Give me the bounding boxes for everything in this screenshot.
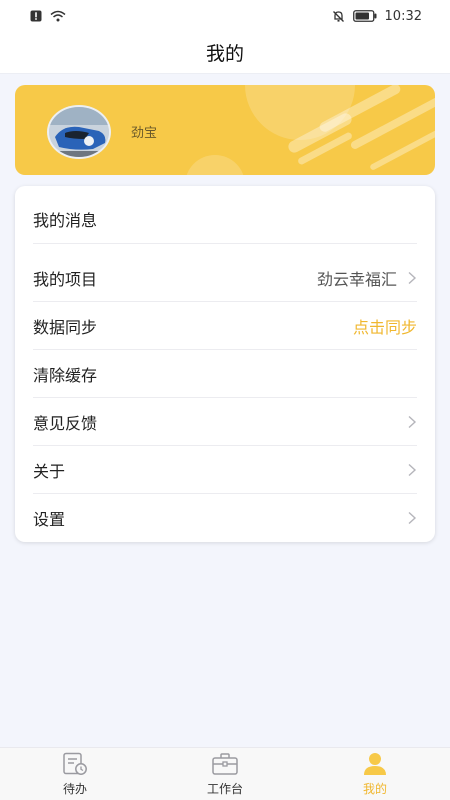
status-time: 10:32 xyxy=(384,8,422,24)
alert-icon xyxy=(30,10,42,22)
chevron-right-icon xyxy=(408,511,417,525)
briefcase-icon xyxy=(212,752,238,775)
status-left xyxy=(30,10,66,22)
menu-item-label: 我的项目 xyxy=(33,270,98,289)
menu-item-label: 意见反馈 xyxy=(33,414,98,433)
person-icon xyxy=(364,752,386,775)
status-bar: 10:32 xyxy=(0,0,450,32)
sync-button[interactable]: 点击同步 xyxy=(353,314,417,338)
menu-card: 我的消息 我的项目 劲云幸福汇 数据同步 点击同步 清除缓存 意见反馈 关于 设… xyxy=(15,186,435,542)
menu-item-projects[interactable]: 我的项目 劲云幸福汇 xyxy=(33,254,417,302)
menu-item-data-sync[interactable]: 数据同步 点击同步 xyxy=(33,302,417,350)
menu-item-label: 我的消息 xyxy=(33,211,98,230)
todo-icon xyxy=(63,752,87,775)
menu-item-right: 劲云幸福汇 xyxy=(317,266,417,290)
menu-item-label: 关于 xyxy=(33,462,66,481)
tab-bar: 待办 工作台 我的 xyxy=(0,747,450,800)
page-title: 我的 xyxy=(205,43,244,65)
menu-item-clear-cache[interactable]: 清除缓存 xyxy=(33,350,417,398)
status-right: 10:32 xyxy=(332,9,422,24)
chevron-right-icon xyxy=(408,463,417,477)
current-project: 劲云幸福汇 xyxy=(316,270,397,289)
chevron-right-icon xyxy=(408,271,417,285)
tab-label: 工作台 xyxy=(206,781,243,796)
tab-label: 待办 xyxy=(62,781,87,796)
wifi-icon xyxy=(50,10,66,22)
battery-icon xyxy=(352,10,377,22)
menu-item-label: 清除缓存 xyxy=(33,366,98,385)
avatar-image xyxy=(49,107,109,157)
tab-workbench[interactable]: 工作台 xyxy=(150,748,300,800)
tab-todo[interactable]: 待办 xyxy=(0,748,150,800)
menu-item-settings[interactable]: 设置 xyxy=(33,494,417,542)
decor-circle xyxy=(185,155,245,175)
mute-bell-icon xyxy=(332,10,344,22)
tab-label: 我的 xyxy=(362,781,387,796)
menu-item-feedback[interactable]: 意见反馈 xyxy=(33,398,417,446)
profile-card[interactable]: 劲宝 xyxy=(15,85,435,175)
profile-name: 劲宝 xyxy=(131,126,158,141)
chevron-right-icon xyxy=(408,415,417,429)
menu-item-about[interactable]: 关于 xyxy=(33,446,417,494)
avatar[interactable] xyxy=(47,105,111,159)
menu-item-label: 数据同步 xyxy=(33,318,98,337)
menu-item-label: 设置 xyxy=(33,510,66,529)
title-bar: 我的 xyxy=(0,32,450,74)
screen: 10:32 我的 劲宝 我的消息 我的项目 劲云幸福汇 数据同步 点击同步 清除… xyxy=(0,0,450,800)
divider xyxy=(33,243,417,244)
menu-item-messages[interactable]: 我的消息 xyxy=(33,194,417,244)
tab-mine[interactable]: 我的 xyxy=(300,748,450,800)
